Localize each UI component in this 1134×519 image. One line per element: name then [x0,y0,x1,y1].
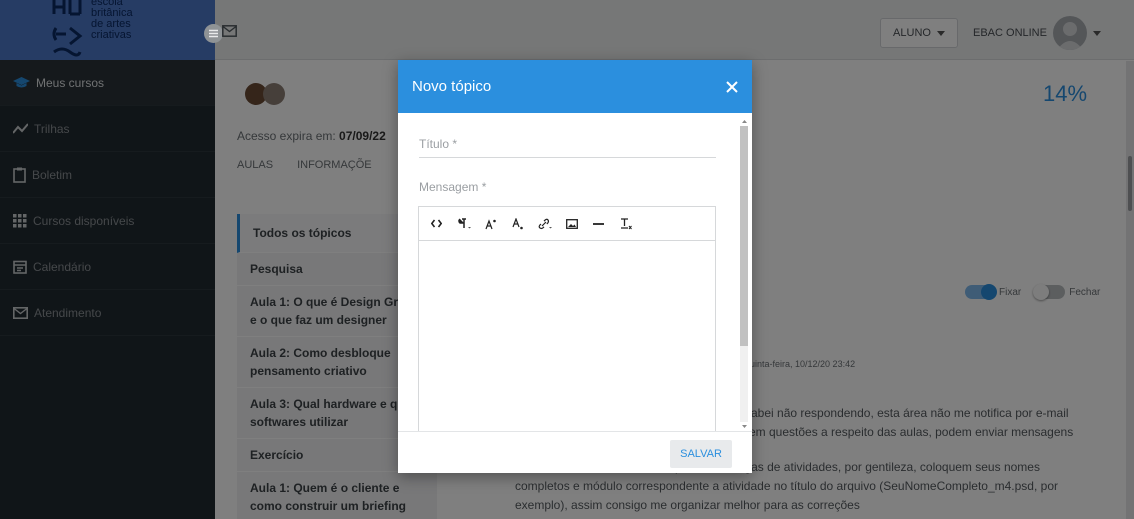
horizontal-rule-icon [593,222,604,225]
subscript-button[interactable] [504,211,531,237]
scroll-up-icon[interactable] [739,118,749,124]
message-field-label: Mensagem * [419,180,487,194]
link-icon [538,218,552,229]
editor-toolbar [419,207,715,241]
modal-scrollbar[interactable] [738,118,748,430]
save-button[interactable]: SALVAR [670,440,732,468]
title-input[interactable]: Título * [419,137,716,158]
subscript-icon [511,217,523,229]
new-topic-modal: Novo tópico Título * Mensagem * SALVAR [398,60,752,473]
modal-footer: SALVAR [398,431,752,473]
scrollbar-thumb[interactable] [740,126,748,346]
code-view-icon [431,219,442,228]
paragraph-icon [457,217,471,228]
superscript-icon [484,218,496,229]
clear-format-button[interactable] [612,211,639,237]
code-view-button[interactable] [423,211,450,237]
close-icon[interactable] [726,80,738,93]
messages-icon[interactable] [222,25,237,37]
clear-format-icon [620,217,632,229]
hamburger-icon [209,29,218,38]
modal-title: Novo tópico [412,78,492,95]
modal-body: Título * Mensagem * [398,113,752,431]
title-field-label: Título * [419,137,458,151]
message-editor [418,206,716,431]
superscript-button[interactable] [477,211,504,237]
scroll-down-icon[interactable] [739,424,749,430]
image-icon [565,218,578,229]
horizontal-rule-button[interactable] [585,211,612,237]
paragraph-button[interactable] [450,211,477,237]
menu-toggle-button[interactable] [204,24,223,43]
link-button[interactable] [531,211,558,237]
modal-header: Novo tópico [398,60,752,113]
image-button[interactable] [558,211,585,237]
